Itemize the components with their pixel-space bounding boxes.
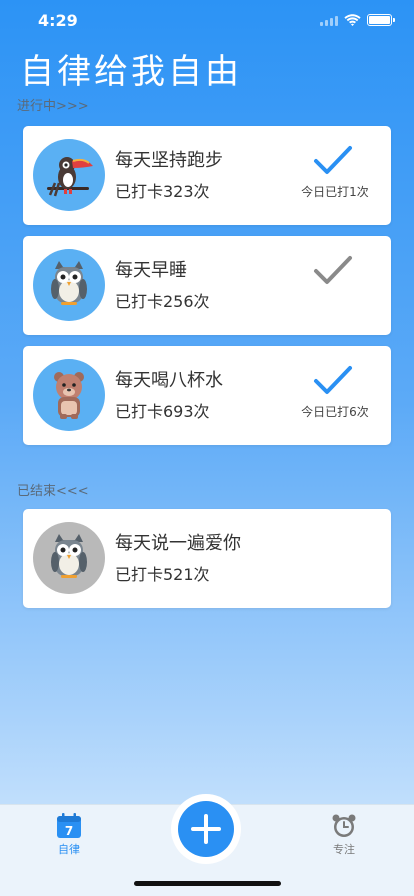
checkmark-icon[interactable] xyxy=(313,144,353,178)
tab-focus[interactable]: 专注 xyxy=(314,813,374,857)
habit-title: 每天说一遍爱你 xyxy=(115,533,241,554)
habit-title: 每天早睡 xyxy=(115,260,187,281)
add-habit-button[interactable] xyxy=(178,801,234,857)
habit-card[interactable]: 每天喝八杯水 已打卡693次 今日已打6次 xyxy=(23,346,391,445)
owl-icon xyxy=(33,522,105,594)
calendar-day: 7 xyxy=(65,824,73,838)
checkmark-icon[interactable] xyxy=(313,364,353,398)
tab-label: 专注 xyxy=(333,843,355,856)
owl-icon xyxy=(33,249,105,321)
bear-icon xyxy=(33,359,105,431)
section-label-ended: 已结束<<< xyxy=(17,484,89,499)
habit-card[interactable]: 每天早睡 已打卡256次 xyxy=(23,236,391,335)
toucan-icon xyxy=(33,139,105,211)
app-title: 自律给我自由 xyxy=(20,52,242,92)
tab-label: 自律 xyxy=(58,843,80,856)
status-time: 4:29 xyxy=(38,11,78,30)
status-bar: 4:29 xyxy=(0,0,414,44)
habit-card[interactable]: 每天坚持跑步 已打卡323次 今日已打1次 xyxy=(23,126,391,225)
tab-discipline[interactable]: 7 自律 xyxy=(39,813,99,857)
habit-count: 已打卡693次 xyxy=(115,402,210,421)
plus-icon xyxy=(191,814,221,844)
calendar-icon: 7 xyxy=(57,813,81,838)
checkmark-icon[interactable] xyxy=(313,254,353,288)
habit-title: 每天坚持跑步 xyxy=(115,150,223,171)
wifi-icon xyxy=(344,14,361,26)
habit-count: 已打卡323次 xyxy=(115,182,210,201)
today-count: 今日已打1次 xyxy=(301,185,369,199)
habit-card[interactable]: 每天说一遍爱你 已打卡521次 xyxy=(23,509,391,608)
today-count: 今日已打6次 xyxy=(301,405,369,419)
habit-title: 每天喝八杯水 xyxy=(115,370,223,391)
battery-icon xyxy=(367,14,395,26)
section-label-active: 进行中>>> xyxy=(17,99,89,114)
signal-icon xyxy=(320,15,338,26)
habit-count: 已打卡256次 xyxy=(115,292,210,311)
alarm-clock-icon xyxy=(332,814,356,837)
home-indicator xyxy=(134,881,281,886)
habit-count: 已打卡521次 xyxy=(115,565,210,584)
status-icons xyxy=(320,14,395,26)
